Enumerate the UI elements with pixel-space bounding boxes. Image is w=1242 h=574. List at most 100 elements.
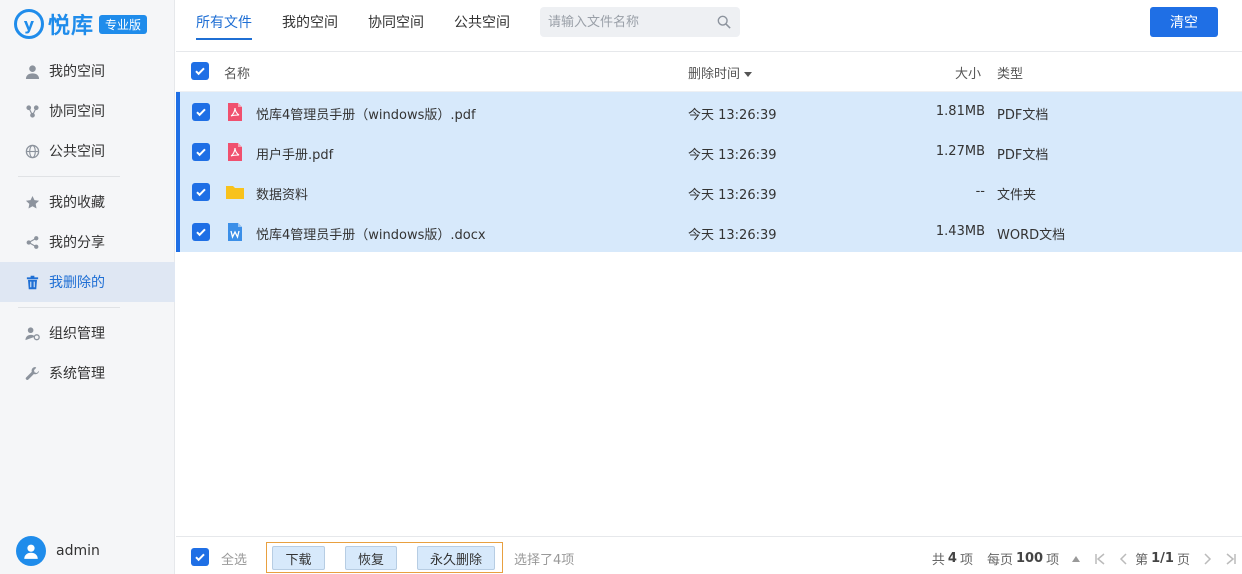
check-icon: [196, 108, 206, 117]
page-suffix: 页: [1176, 553, 1190, 568]
file-name[interactable]: 用户手册.pdf: [256, 144, 333, 163]
sidebar-item-label: 我的收藏: [49, 195, 105, 211]
file-type: PDF文档: [997, 108, 1049, 123]
pdf-file-icon: [225, 102, 245, 122]
file-deleted-time: 今天 13:26:39: [688, 148, 777, 163]
file-list: 悦库4管理员手册（windows版）.pdf 今天 13:26:39 1.81M…: [176, 92, 1242, 252]
footer-bar: 全选 下载 恢复 永久删除 选择了4项 共4项 每页 100 项 第 1/1 页: [176, 536, 1242, 574]
search-input[interactable]: [540, 7, 740, 37]
sidebar-item-system-management[interactable]: 系统管理: [0, 353, 175, 393]
file-deleted-time: 今天 13:26:39: [688, 108, 777, 123]
table-row[interactable]: 数据资料 今天 13:26:39 -- 文件夹: [176, 172, 1242, 212]
sidebar-item-label: 公共空间: [49, 144, 105, 160]
select-all-label[interactable]: 全选: [221, 549, 247, 568]
topbar: 所有文件 我的空间 协同空间 公共空间 清空: [176, 0, 1242, 52]
nav-divider: [18, 176, 120, 177]
search-icon[interactable]: [717, 15, 731, 29]
row-checkbox[interactable]: [192, 183, 210, 201]
check-icon: [196, 228, 206, 237]
file-type: PDF文档: [997, 148, 1049, 163]
star-icon: [24, 194, 41, 211]
column-header-size[interactable]: 大小: [955, 63, 981, 82]
share-icon: [24, 234, 41, 251]
prev-page-icon[interactable]: [1117, 552, 1131, 566]
last-page-icon[interactable]: [1224, 552, 1238, 566]
file-name[interactable]: 悦库4管理员手册（windows版）.docx: [256, 224, 486, 243]
wrench-icon: [24, 365, 41, 382]
nav-group-personal: 我的收藏 我的分享 我删除的: [0, 182, 175, 302]
column-header-name[interactable]: 名称: [224, 63, 250, 82]
delete-forever-button[interactable]: 永久删除: [417, 546, 495, 570]
table-row[interactable]: 悦库4管理员手册（windows版）.pdf 今天 13:26:39 1.81M…: [176, 92, 1242, 132]
edition-badge: 专业版: [99, 14, 148, 34]
per-page-value: 100: [1015, 551, 1044, 566]
sidebar-item-org-management[interactable]: 组织管理: [0, 313, 175, 353]
column-header-label: 删除时间: [688, 67, 741, 82]
next-page-icon[interactable]: [1200, 552, 1214, 566]
column-header-type[interactable]: 类型: [997, 63, 1023, 82]
globe-icon: [24, 143, 41, 160]
users-gear-icon: [24, 325, 41, 342]
page-size[interactable]: 每页 100 项: [987, 549, 1059, 568]
tab-collab-space[interactable]: 协同空间: [368, 12, 424, 40]
check-icon: [195, 553, 205, 562]
column-header-deleted-time[interactable]: 删除时间: [688, 63, 753, 82]
file-deleted-time: 今天 13:26:39: [688, 228, 777, 243]
check-icon: [196, 188, 206, 197]
total-suffix: 项: [959, 553, 973, 568]
sidebar-item-label: 协同空间: [49, 104, 105, 120]
nav-group-spaces: 我的空间 协同空间 公共空间: [0, 51, 175, 171]
table-row[interactable]: 用户手册.pdf 今天 13:26:39 1.27MB PDF文档: [176, 132, 1242, 172]
nav-group-admin: 组织管理 系统管理: [0, 313, 175, 393]
sidebar: y 悦库 专业版 我的空间 协同空间 公共空间 我的收藏 我的分享 我删除的 组…: [0, 0, 175, 574]
file-size: 1.43MB: [935, 224, 985, 239]
file-name[interactable]: 悦库4管理员手册（windows版）.pdf: [256, 104, 476, 123]
share-nodes-icon: [24, 103, 41, 120]
selection-count: 选择了4项: [514, 553, 575, 568]
batch-actions: 下载 恢复 永久删除: [266, 542, 503, 573]
file-type: 文件夹: [997, 188, 1037, 203]
user-profile[interactable]: admin: [16, 536, 100, 566]
sidebar-item-deleted[interactable]: 我删除的: [0, 262, 175, 302]
tab-public-space[interactable]: 公共空间: [454, 12, 510, 40]
sidebar-item-my-space[interactable]: 我的空间: [0, 51, 175, 91]
check-icon: [196, 148, 206, 157]
file-name[interactable]: 数据资料: [256, 184, 308, 203]
logo-mark-icon: y: [14, 9, 44, 39]
clear-button[interactable]: 清空: [1150, 7, 1218, 37]
file-size: 1.27MB: [935, 144, 985, 159]
sidebar-item-label: 我的分享: [49, 235, 105, 251]
caret-up-icon[interactable]: [1069, 552, 1083, 566]
total-value: 4: [947, 551, 957, 566]
table-header: 名称 删除时间 大小 类型: [176, 52, 1242, 92]
user-name: admin: [56, 543, 100, 559]
table-row[interactable]: 悦库4管理员手册（windows版）.docx 今天 13:26:39 1.43…: [176, 212, 1242, 252]
logo[interactable]: y 悦库 专业版: [14, 8, 148, 40]
pdf-file-icon: [225, 142, 245, 162]
sidebar-item-favorites[interactable]: 我的收藏: [0, 182, 175, 222]
sidebar-item-label: 我的空间: [49, 64, 105, 80]
download-button[interactable]: 下载: [272, 546, 325, 570]
restore-button[interactable]: 恢复: [345, 546, 397, 570]
tab-all-files[interactable]: 所有文件: [196, 12, 252, 40]
person-icon: [24, 544, 38, 559]
first-page-icon[interactable]: [1093, 552, 1107, 566]
page-indicator: 第 1/1 页: [1135, 549, 1190, 568]
row-checkbox[interactable]: [192, 143, 210, 161]
select-all-checkbox[interactable]: [191, 62, 209, 80]
page-value: 1/1: [1151, 551, 1174, 566]
sidebar-item-shares[interactable]: 我的分享: [0, 222, 175, 262]
nav-divider: [18, 307, 120, 308]
sidebar-item-public-space[interactable]: 公共空间: [0, 131, 175, 171]
row-checkbox[interactable]: [192, 103, 210, 121]
total-prefix: 共: [931, 553, 945, 568]
sidebar-item-collab-space[interactable]: 协同空间: [0, 91, 175, 131]
row-checkbox[interactable]: [192, 223, 210, 241]
tab-my-space[interactable]: 我的空间: [282, 12, 338, 40]
trash-icon: [24, 274, 41, 291]
word-file-icon: [225, 222, 245, 242]
page-prefix: 第: [1135, 553, 1149, 568]
file-size: 1.81MB: [935, 104, 985, 119]
per-page-prefix: 每页: [986, 553, 1013, 568]
footer-select-all-checkbox[interactable]: [191, 548, 209, 566]
